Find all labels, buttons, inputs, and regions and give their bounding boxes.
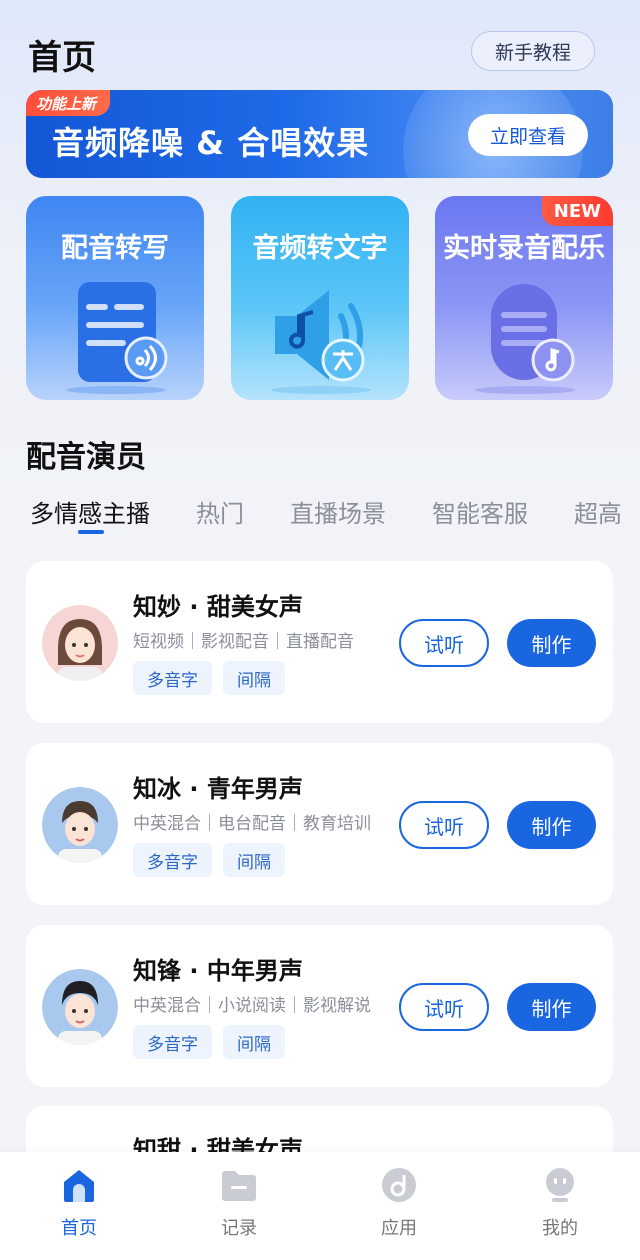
music-disc-icon xyxy=(382,1168,416,1202)
header: 首页 新手教程 xyxy=(0,0,640,90)
profile-icon xyxy=(546,1168,574,1202)
feature-card-dub-transcribe[interactable]: 配音转写 xyxy=(26,196,204,400)
bottom-nav: 首页 记录 应用 我的 xyxy=(0,1152,640,1260)
chip-polyphonic: 多音字 xyxy=(133,1025,212,1059)
voice-name: 知妙 · 甜美女声 xyxy=(133,593,303,621)
chip-polyphonic: 多音字 xyxy=(133,843,212,877)
voice-name: 知锋 · 中年男声 xyxy=(133,957,303,985)
document-audio-icon xyxy=(66,282,168,394)
new-badge: NEW xyxy=(541,196,613,226)
voice-tags: 中英混合｜电台配音｜教育培训 xyxy=(133,814,371,834)
home-icon xyxy=(64,1170,94,1202)
nav-home[interactable]: 首页 xyxy=(29,1166,129,1246)
banner-text: 音频降噪 & 合唱效果 xyxy=(52,124,370,162)
voice-tags: 短视频｜影视配音｜直播配音 xyxy=(133,632,354,652)
category-tabs: 多情感主播 热门 直播场景 智能客服 超高 xyxy=(30,494,620,538)
active-tab-indicator xyxy=(78,530,104,534)
speaker-text-icon xyxy=(271,290,371,394)
avatar xyxy=(42,605,118,681)
microphone-music-icon xyxy=(475,284,575,394)
voice-card[interactable]: 知妙 · 甜美女声 短视频｜影视配音｜直播配音 多音字 间隔 试听 制作 xyxy=(26,561,613,723)
tab-ultra[interactable]: 超高 xyxy=(574,494,620,529)
chip-interval: 间隔 xyxy=(223,843,285,877)
nav-label: 我的 xyxy=(542,1218,578,1239)
nav-label: 应用 xyxy=(381,1218,417,1239)
listen-button[interactable]: 试听 xyxy=(399,983,489,1031)
make-button[interactable]: 制作 xyxy=(507,983,596,1031)
section-title: 配音演员 xyxy=(26,440,146,475)
make-button[interactable]: 制作 xyxy=(507,801,596,849)
chip-interval: 间隔 xyxy=(223,1025,285,1059)
tutorial-button[interactable]: 新手教程 xyxy=(471,31,595,71)
voice-card[interactable]: 知锋 · 中年男声 中英混合｜小说阅读｜影视解说 多音字 间隔 试听 制作 xyxy=(26,925,613,1087)
listen-button[interactable]: 试听 xyxy=(399,801,489,849)
feature-title: 实时录音配乐 xyxy=(443,233,605,264)
tab-smart-service[interactable]: 智能客服 xyxy=(432,494,528,529)
feature-card-live-record-music[interactable]: 实时录音配乐 NEW xyxy=(435,196,613,400)
nav-label: 记录 xyxy=(221,1218,257,1239)
feature-title: 音频转文字 xyxy=(252,233,388,264)
folder-icon xyxy=(222,1171,256,1201)
feature-card-audio-to-text[interactable]: 音频转文字 xyxy=(231,196,409,400)
nav-records[interactable]: 记录 xyxy=(189,1166,289,1246)
nav-label: 首页 xyxy=(61,1218,97,1239)
voice-card[interactable]: 知冰 · 青年男声 中英混合｜电台配音｜教育培训 多音字 间隔 试听 制作 xyxy=(26,743,613,905)
avatar xyxy=(42,969,118,1045)
tab-live-scene[interactable]: 直播场景 xyxy=(290,494,386,529)
nav-apps[interactable]: 应用 xyxy=(349,1166,449,1246)
voice-tags: 中英混合｜小说阅读｜影视解说 xyxy=(133,996,371,1016)
view-now-button[interactable]: 立即查看 xyxy=(468,114,588,156)
banner-badge: 功能上新 xyxy=(26,90,111,116)
chip-polyphonic: 多音字 xyxy=(133,661,212,695)
chip-interval: 间隔 xyxy=(223,661,285,695)
page-title: 首页 xyxy=(28,38,96,78)
feature-title: 配音转写 xyxy=(61,233,169,264)
make-button[interactable]: 制作 xyxy=(507,619,596,667)
avatar xyxy=(42,787,118,863)
listen-button[interactable]: 试听 xyxy=(399,619,489,667)
nav-profile[interactable]: 我的 xyxy=(510,1166,610,1246)
tab-popular[interactable]: 热门 xyxy=(196,494,244,529)
tab-multi-emotion[interactable]: 多情感主播 xyxy=(30,494,150,529)
voice-name: 知冰 · 青年男声 xyxy=(133,775,303,803)
